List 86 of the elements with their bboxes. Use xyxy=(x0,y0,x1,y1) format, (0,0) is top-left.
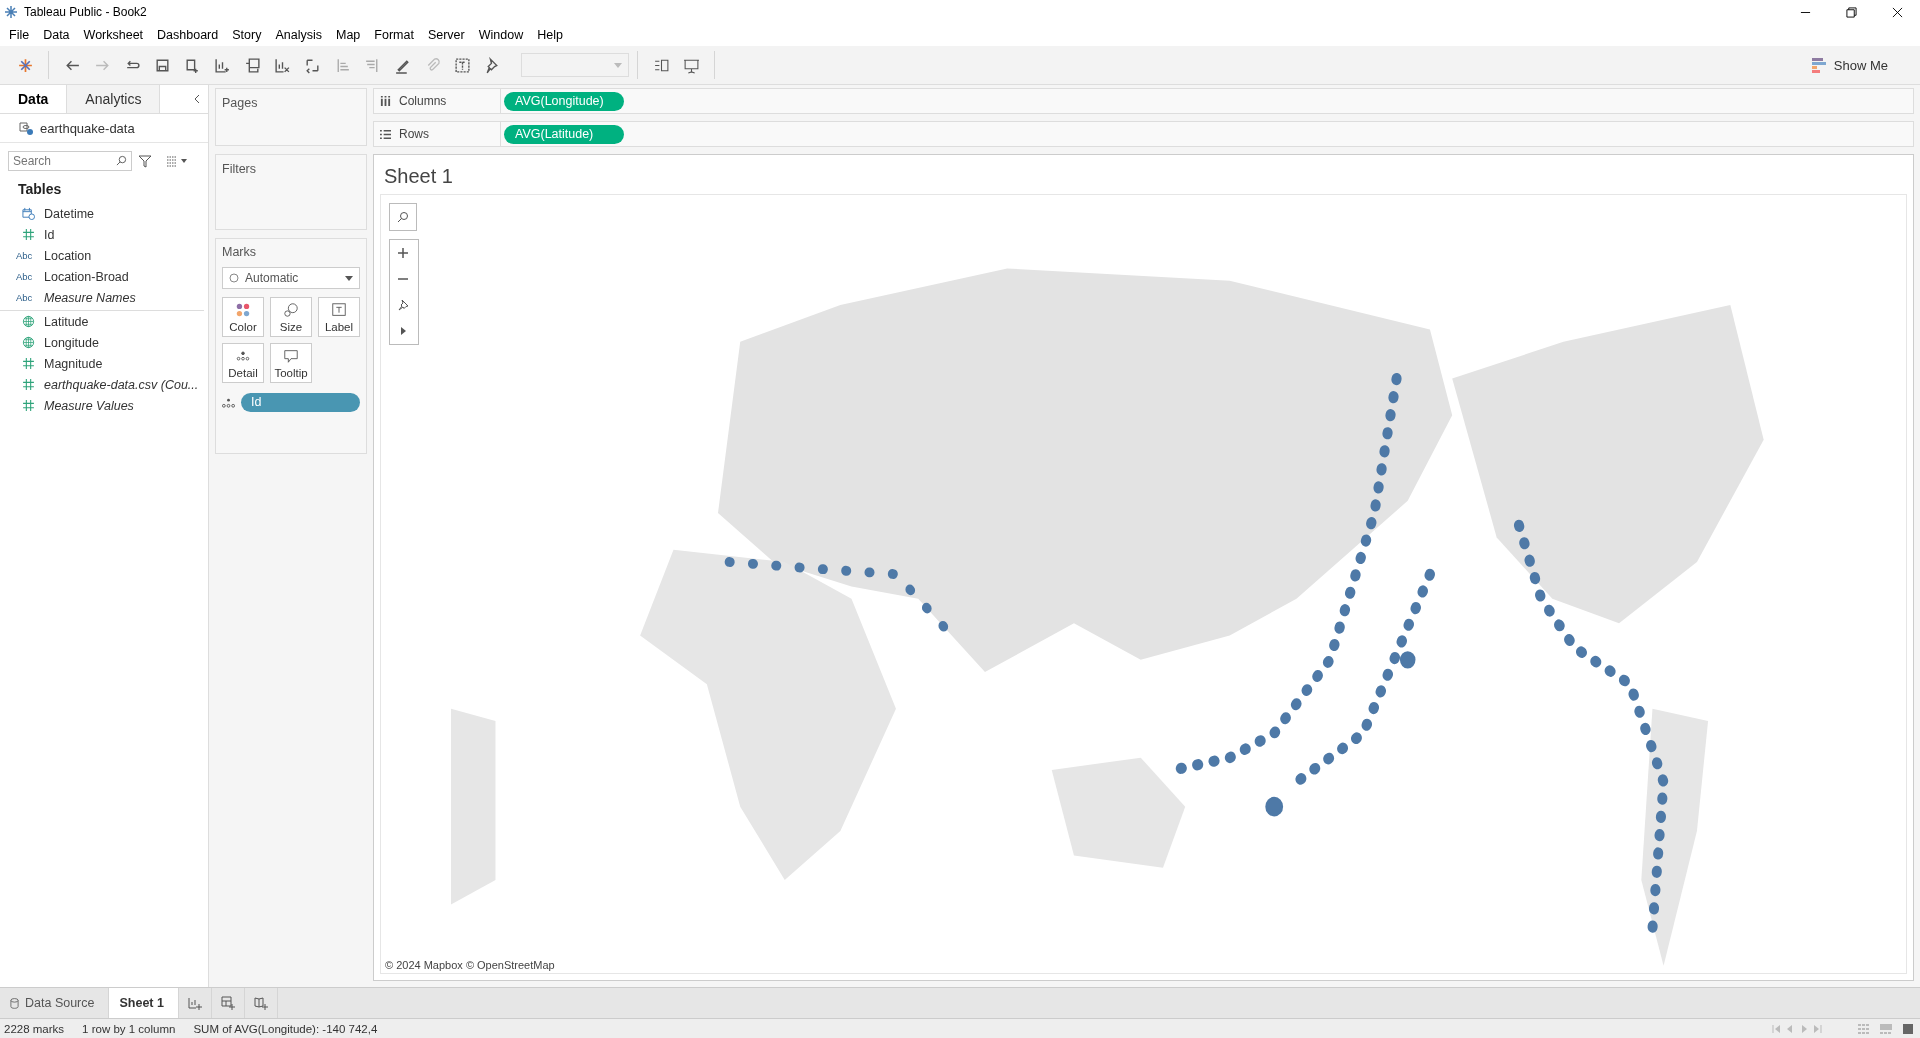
sheet-tab[interactable]: Sheet 1 xyxy=(109,988,179,1018)
shelf-label: Rows xyxy=(399,127,429,141)
single-view-icon[interactable] xyxy=(1902,1023,1914,1034)
circle-icon xyxy=(229,273,239,283)
view-options-icon[interactable] xyxy=(166,155,188,167)
hash-icon xyxy=(22,357,35,370)
menu-item[interactable]: File xyxy=(2,28,37,42)
datasource-name: earthquake-data xyxy=(40,120,135,136)
hash-icon xyxy=(22,399,35,412)
caret-icon xyxy=(614,62,622,68)
map-attribution: © 2024 Mapbox © OpenStreetMap xyxy=(385,959,555,971)
new-story-icon[interactable] xyxy=(253,996,268,1010)
detail-icon xyxy=(222,397,235,408)
menu-item[interactable]: Analysis xyxy=(268,28,329,42)
field-name[interactable]: Magnitude xyxy=(44,356,103,371)
menu-item[interactable]: Data xyxy=(36,28,77,42)
tooltip-icon xyxy=(283,347,299,364)
field-name[interactable]: Location-Broad xyxy=(44,269,129,284)
new-worksheet-icon[interactable] xyxy=(187,996,202,1010)
database-icon xyxy=(10,997,19,1009)
menu-item[interactable]: Story xyxy=(225,28,269,42)
hash-icon xyxy=(22,378,35,391)
pin-icon xyxy=(397,299,409,311)
field-name[interactable]: Measure Names xyxy=(44,290,136,305)
chart-icon[interactable] xyxy=(213,56,231,74)
type-label: Abc xyxy=(16,292,33,303)
card-title: Marks xyxy=(222,245,258,259)
collapse-icon[interactable] xyxy=(194,94,200,104)
save-icon[interactable] xyxy=(153,56,171,74)
label-button[interactable]: Label xyxy=(318,297,360,337)
field-name[interactable]: Measure Values xyxy=(44,398,134,413)
search-icon[interactable] xyxy=(116,155,127,166)
columns-icon xyxy=(380,95,391,107)
sheet-title: Sheet 1 xyxy=(383,165,454,189)
close-icon[interactable] xyxy=(1891,6,1903,18)
status-text: SUM of AVG(Longitude): -140 742,4 xyxy=(192,1022,379,1035)
type-label: Abc xyxy=(16,271,33,282)
field-name[interactable]: Location xyxy=(44,248,92,263)
search-field[interactable]: Search xyxy=(8,151,132,171)
plus-icon xyxy=(397,247,409,259)
menu-item[interactable]: Dashboard xyxy=(150,28,226,42)
field-name[interactable]: Longitude xyxy=(44,335,99,350)
menu-item[interactable]: Window xyxy=(471,28,531,42)
menu-item[interactable]: Help xyxy=(530,28,570,42)
color-icon xyxy=(235,301,251,318)
bar-chart-icon xyxy=(1811,57,1826,73)
shelf-label: Columns xyxy=(399,94,447,108)
size-icon xyxy=(283,301,299,318)
label-icon xyxy=(331,301,347,318)
hash-icon xyxy=(22,228,35,241)
pane-tab[interactable]: Analytics xyxy=(67,85,161,113)
app-logo-icon xyxy=(4,5,18,19)
status-text: 1 row by 1 column xyxy=(81,1022,177,1035)
caret-icon xyxy=(345,275,353,281)
calendar-icon xyxy=(22,207,35,220)
field-name[interactable]: Latitude xyxy=(44,314,89,329)
section-heading: Tables xyxy=(17,180,63,199)
globe-icon xyxy=(22,336,35,349)
size-button[interactable]: Size xyxy=(270,297,312,337)
color-button[interactable]: Color xyxy=(222,297,264,337)
globe-icon xyxy=(22,315,35,328)
filter-icon[interactable] xyxy=(138,154,152,168)
mark-type-dropdown[interactable]: Automatic xyxy=(222,267,360,289)
menu-item[interactable]: Map xyxy=(328,28,368,42)
datasource-icon xyxy=(18,120,34,136)
menu-item[interactable]: Worksheet xyxy=(76,28,151,42)
field-name[interactable]: Datetime xyxy=(44,206,95,221)
field-name[interactable]: Id xyxy=(44,227,55,242)
restore-icon[interactable] xyxy=(1845,6,1857,18)
tooltip-button[interactable]: Tooltip xyxy=(270,343,312,383)
window-title: Tableau Public - Book2 xyxy=(24,5,147,19)
type-label: Abc xyxy=(16,250,33,261)
new-dashboard-icon[interactable] xyxy=(220,996,235,1010)
search-icon xyxy=(397,211,409,223)
card-title: Pages xyxy=(222,96,258,110)
rows-icon xyxy=(380,128,391,140)
tableau-logo-icon[interactable] xyxy=(16,56,34,74)
detail-button[interactable]: Detail xyxy=(222,343,264,383)
show-me-button[interactable]: Show Me xyxy=(1805,56,1894,74)
card-title: Filters xyxy=(222,162,257,176)
menu-item[interactable]: Format xyxy=(367,28,421,42)
textbox-icon[interactable] xyxy=(453,56,471,74)
clear-icon[interactable] xyxy=(273,56,291,74)
menu-item[interactable]: Server xyxy=(420,28,472,42)
status-text: 2228 marks xyxy=(3,1022,66,1035)
field-name[interactable]: earthquake-data.csv (Cou... xyxy=(44,377,199,392)
